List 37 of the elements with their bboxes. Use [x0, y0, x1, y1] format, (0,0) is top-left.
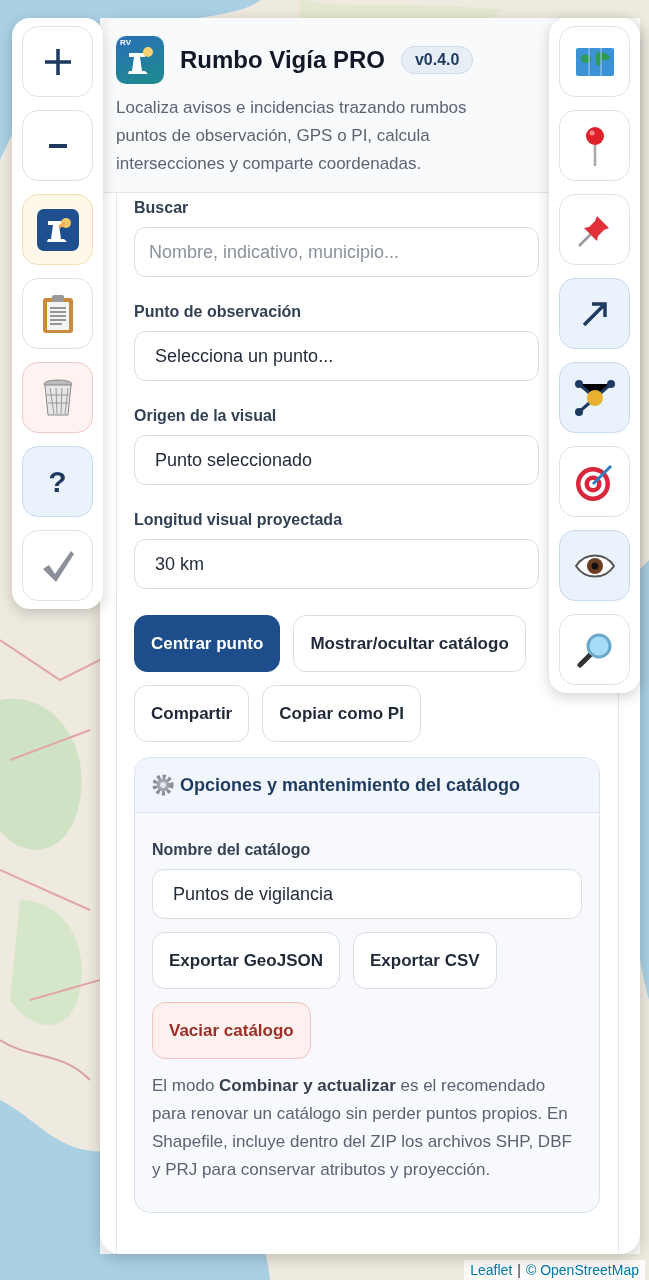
eye-icon: [574, 552, 615, 579]
toolbar-button[interactable]: [559, 530, 630, 601]
network-icon: [573, 378, 616, 417]
app-title: Rumbo Vigía PRO: [180, 46, 385, 74]
catalog-name-field[interactable]: Puntos de vigilancia: [152, 869, 582, 919]
action-button[interactable]: Copiar como PI: [262, 685, 421, 742]
separator: |: [517, 1262, 521, 1278]
select-field[interactable]: Punto seleccionado: [134, 435, 539, 485]
select-field[interactable]: Selecciona un punto...: [134, 331, 539, 381]
arrow-icon: [580, 299, 609, 328]
leaflet-link[interactable]: Leaflet: [470, 1262, 513, 1278]
version-badge: v0.4.0: [400, 46, 474, 74]
tower-icon: [126, 46, 154, 76]
app-description: Localiza avisos e incidencias trazando rumbos puntos de observación, GPS o PI, calcula intersecciones y comparte coordenadas.: [116, 97, 468, 175]
action-button[interactable]: Exportar GeoJSON: [152, 932, 340, 989]
pin-icon: [584, 125, 605, 166]
map-icon: [575, 47, 614, 76]
action-button[interactable]: Exportar CSV: [353, 932, 497, 989]
field-label: Longitud visual proyectada: [134, 511, 343, 529]
gear-icon: [152, 774, 174, 796]
search-field[interactable]: Nombre, indicativo, municipio...: [134, 227, 539, 277]
toolbar-button[interactable]: [559, 278, 630, 349]
field-label: Buscar: [134, 199, 189, 217]
action-button[interactable]: Mostrar/ocultar catálogo: [293, 615, 526, 672]
field-label: Origen de la visual: [134, 407, 277, 425]
clear-button[interactable]: Vaciar catálogo: [152, 1002, 311, 1059]
help-text: El modo Combinar y actualizar es el recomendado para renovar un catálogo sin perder puntos propios. En Shapefile, incluye dentro del ZIP los archivos SHP, DBF y PRJ para conservar atributos y proyección.: [152, 1075, 573, 1181]
action-button[interactable]: Compartir: [134, 685, 250, 742]
field-label: Nombre del catálogo: [152, 841, 311, 859]
osm-link[interactable]: © OpenStreetMap: [525, 1262, 639, 1278]
action-button[interactable]: Centrar punto: [134, 615, 281, 672]
toolbar-button[interactable]: [559, 362, 630, 433]
field-label: Punto de observación: [134, 303, 302, 321]
search-icon: [576, 631, 613, 668]
select-field[interactable]: 30 km: [134, 539, 539, 589]
logo-text: RV: [120, 38, 131, 47]
catalog-title: Opciones y mantenimiento del catálogo: [180, 774, 521, 796]
